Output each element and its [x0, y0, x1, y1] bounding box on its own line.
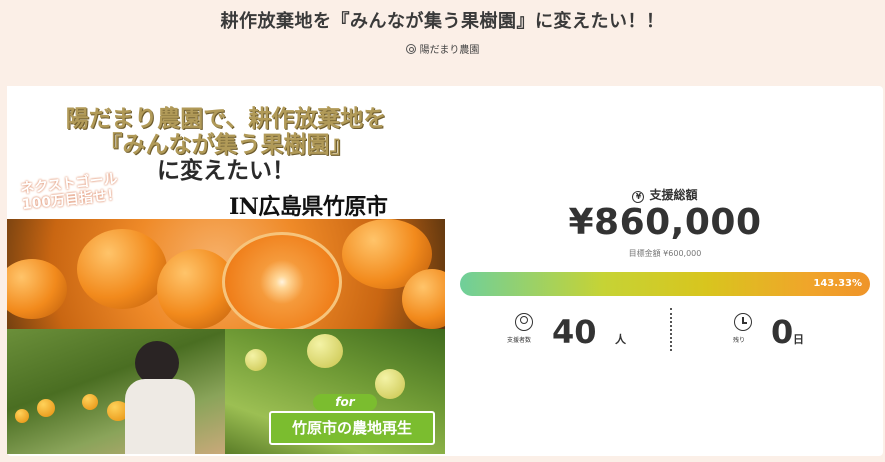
- supporters-icon: [515, 313, 533, 331]
- cut-orange: [222, 232, 342, 332]
- project-card: 陽だまり農園で、耕作放棄地を 『みんなが集う果樹園』 に変えたい！ ネクストゴー…: [7, 86, 883, 456]
- regeneration-label: 竹原市の農地再生: [269, 411, 435, 445]
- hero-image: 陽だまり農園で、耕作放棄地を 『みんなが集う果樹園』 に変えたい！ ネクストゴー…: [7, 86, 445, 454]
- supporters-unit: 人: [615, 333, 626, 346]
- remaining-unit: 日: [793, 333, 804, 346]
- user-icon: [405, 44, 416, 54]
- clock-icon: [734, 313, 752, 331]
- owner-name[interactable]: 陽だまり農園: [420, 45, 480, 56]
- project-owner[interactable]: 陽だまり農園: [0, 41, 885, 56]
- hero-headline-line2: 『みんなが集う果樹園』: [99, 131, 353, 158]
- supporters-label: 支援者数: [507, 337, 532, 344]
- oranges-photo: [7, 219, 445, 332]
- amount-raised: ¥860,000: [568, 202, 762, 243]
- child-picking-photo: [7, 329, 225, 454]
- page-title: 耕作放棄地を『みんなが集う果樹園』に変えたい！！: [220, 11, 665, 32]
- supporters-count: 40: [552, 313, 597, 351]
- progress-percent: 143.33%: [813, 278, 862, 289]
- stats-divider: [670, 308, 672, 351]
- funding-stats: ¥ 支援総額 ¥860,000 目標金額 ¥600,000 143.33% 支援者…: [460, 86, 883, 454]
- amount-label: ¥ 支援総額: [460, 186, 870, 203]
- goal-amount: 目標金額 ¥600,000: [628, 249, 702, 258]
- supporters-stat: 支援者数 40 人: [507, 313, 665, 355]
- progress-bar: 143.33%: [460, 272, 870, 296]
- lemon-tree-photo: for 竹原市の農地再生: [225, 329, 445, 454]
- hero-headline: 陽だまり農園で、耕作放棄地を 『みんなが集う果樹園』 に変えたい！: [7, 106, 445, 184]
- remaining-label: 残り: [733, 337, 746, 344]
- for-tag: for: [313, 394, 377, 411]
- hero-headline-line1: 陽だまり農園で、耕作放棄地を: [65, 105, 387, 132]
- hero-location: IN広島県竹原市: [229, 194, 388, 220]
- remaining-stat: 残り 0 日: [733, 313, 854, 355]
- remaining-count: 0: [771, 313, 794, 351]
- child-figure: [125, 341, 195, 454]
